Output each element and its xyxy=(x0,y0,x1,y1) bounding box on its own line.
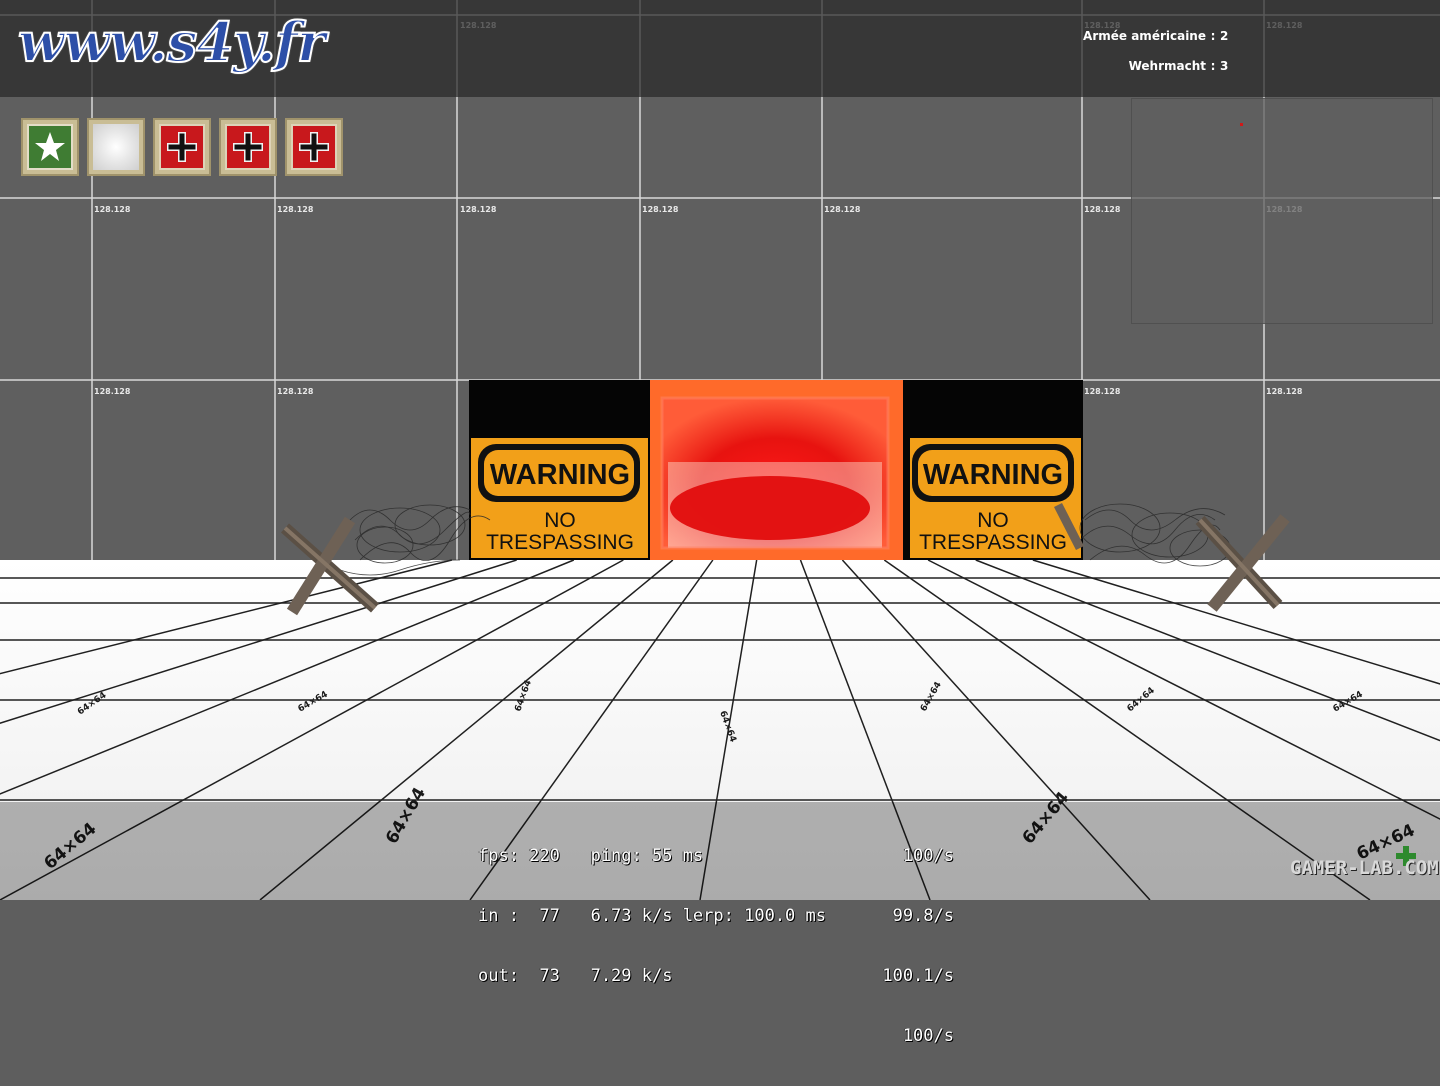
ally-star-icon xyxy=(21,118,79,176)
wall-texture-label: 128.128 xyxy=(277,387,314,396)
netgraph: fps: 220 ping: 55 ms in : 77 6.73 k/s le… xyxy=(478,806,954,1046)
wall-texture-label: 128.128 xyxy=(1084,205,1121,214)
team-score: 3 xyxy=(1220,59,1229,73)
score-row-allies: Armée américaine : 2 xyxy=(1074,27,1244,57)
axis-cross-icon xyxy=(285,118,343,176)
wall-texture-label: 128.128 xyxy=(1084,387,1121,396)
netgraph-rates: 100/s 99.8/s 100.1/s 100/s xyxy=(858,806,954,1086)
netgraph-line-fps: fps: 220 ping: 55 ms xyxy=(478,846,704,866)
sign-left-line1: NO xyxy=(544,509,576,532)
score-separator: : xyxy=(1210,59,1216,73)
minimap xyxy=(1131,98,1433,324)
warning-sign-left: WARNING NO TRESPASSING xyxy=(469,380,650,560)
wall-texture-label: 128.128 xyxy=(94,387,131,396)
rate-value: 100/s xyxy=(902,1026,954,1046)
team-scoreboard: Armée américaine : 2 Wehrmacht : 3 xyxy=(1074,27,1244,87)
wall-texture-label: 128.128 xyxy=(94,205,131,214)
sign-left-title: WARNING xyxy=(490,459,630,491)
team-score: 2 xyxy=(1220,29,1229,43)
empty-slot-icon xyxy=(87,118,145,176)
watermark: GAMER-LAB.COM xyxy=(1290,857,1439,879)
wall-texture-label: 128.128 xyxy=(1266,387,1303,396)
axis-cross-icon xyxy=(219,118,277,176)
site-logo: www.s4y.fr xyxy=(17,9,326,75)
minimap-player-marker xyxy=(1240,123,1243,126)
rate-value: 100.1/s xyxy=(882,966,954,986)
sign-right-line1: NO xyxy=(977,509,1009,532)
wall-texture-label: 128.128 xyxy=(277,205,314,214)
team-name: Armée américaine xyxy=(1083,29,1206,43)
score-row-axis: Wehrmacht : 3 xyxy=(1074,57,1244,87)
sign-right-title: WARNING xyxy=(923,459,1063,491)
warning-sign-right: WARNING NO TRESPASSING xyxy=(903,380,1083,560)
team-name: Wehrmacht xyxy=(1128,59,1206,73)
unit-icons-row xyxy=(21,118,343,176)
axis-cross-icon xyxy=(153,118,211,176)
rate-value: 99.8/s xyxy=(892,906,954,926)
wall-texture-label: 128.128 xyxy=(460,205,497,214)
sign-right-line2: TRESPASSING xyxy=(919,531,1067,554)
score-separator: : xyxy=(1210,29,1216,43)
netgraph-line-in: in : 77 6.73 k/s lerp: 100.0 ms xyxy=(478,906,826,926)
sign-left-line2: TRESPASSING xyxy=(486,531,634,554)
wall-texture-label: 128.128 xyxy=(824,205,861,214)
wall-texture-label: 128.128 xyxy=(642,205,679,214)
netgraph-line-out: out: 73 7.29 k/s xyxy=(478,966,673,986)
rate-value: 100/s xyxy=(902,846,954,866)
spawn-tunnel xyxy=(650,380,912,560)
